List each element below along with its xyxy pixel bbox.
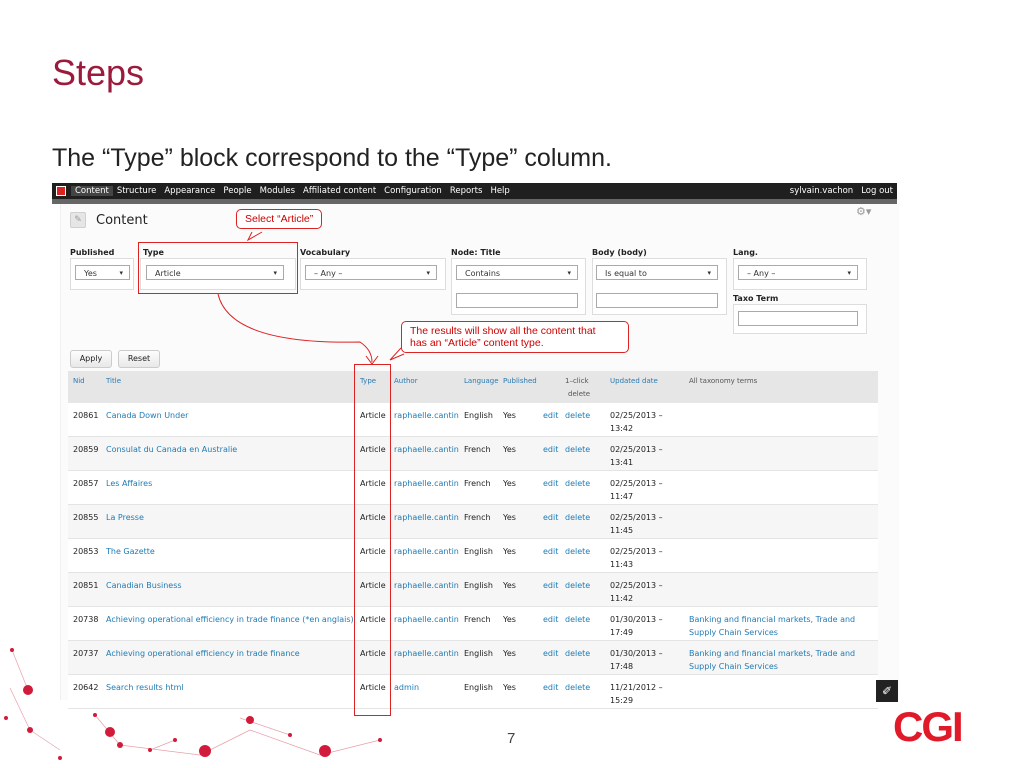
callout-select-article: Select “Article” [236,209,323,229]
callout-results: The results will show all the content th… [401,321,629,353]
wrench-icon: ✐ [876,680,898,702]
network-decoration [4,648,382,760]
page-number: 7 [507,730,516,747]
callout-results-line1: The results will show all the content th… [410,325,596,337]
cgi-logo: CGI [893,703,964,750]
callout-select-article-text: Select “Article” [245,213,314,225]
callout-results-line2: has an “Article” content type. [410,337,544,349]
